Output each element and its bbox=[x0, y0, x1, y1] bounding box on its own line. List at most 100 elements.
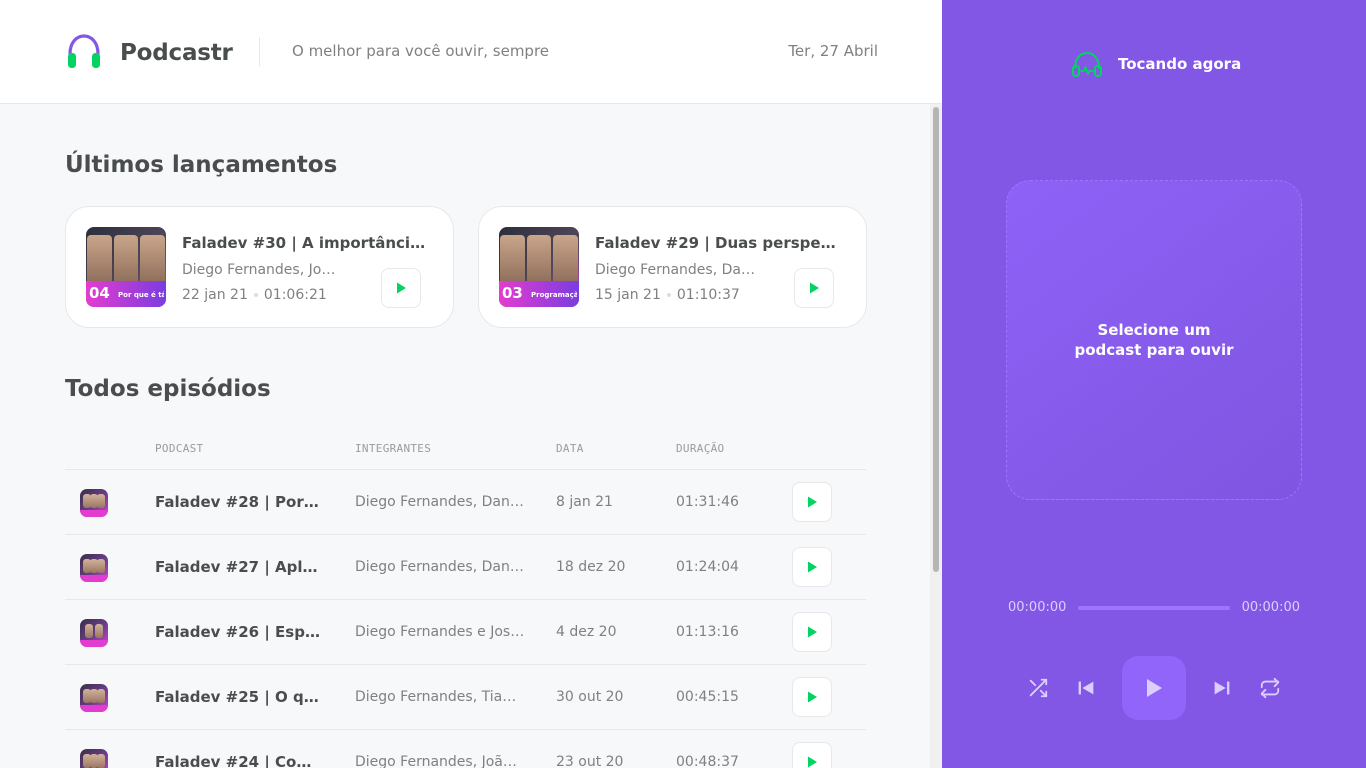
play-icon bbox=[808, 561, 817, 573]
episode-members: Diego Fernandes, João Pedro Schmitz, Bru… bbox=[182, 262, 342, 278]
player-panel: Tocando agora Selecione um podcast para … bbox=[942, 0, 1366, 768]
progress-bar: 00:00:00 00:00:00 bbox=[1008, 598, 1300, 618]
episode-thumbnail: 03 Programação fun devs orientado bbox=[499, 227, 579, 307]
thumbnail-caption: Programação fun devs orientado bbox=[531, 291, 577, 299]
thumbnail-caption: Por que é tão contribuir em Op bbox=[118, 291, 164, 299]
episode-date: 23 out 20 bbox=[556, 754, 624, 768]
table-row: Faladev #24 | Comunidade Diego Fernandes… bbox=[65, 730, 866, 768]
headphones-logo-icon bbox=[68, 34, 100, 68]
episode-thumbnail bbox=[80, 554, 108, 582]
episode-thumbnail bbox=[80, 749, 108, 768]
episode-duration: 01:24:04 bbox=[676, 559, 739, 575]
play-button[interactable] bbox=[792, 547, 832, 587]
play-pause-button[interactable] bbox=[1122, 656, 1186, 720]
episode-members: Diego Fernandes e José Silva bbox=[355, 624, 525, 640]
scrollbar[interactable] bbox=[930, 104, 942, 768]
column-header-members: INTEGRANTES bbox=[355, 442, 432, 455]
shuffle-icon bbox=[1029, 678, 1048, 698]
episode-members: Diego Fernandes, João Pedro bbox=[355, 754, 525, 768]
separator-dot bbox=[253, 293, 258, 297]
episode-members: Diego Fernandes, Dani Evangelista bbox=[355, 494, 525, 510]
empty-player-text: Selecione um podcast para ouvir bbox=[1074, 321, 1234, 359]
column-header-date: DATA bbox=[556, 442, 584, 455]
play-icon bbox=[808, 496, 817, 508]
column-header-podcast: PODCAST bbox=[155, 442, 204, 455]
episode-date: 8 jan 21 bbox=[556, 494, 613, 510]
play-icon bbox=[808, 756, 817, 768]
play-button[interactable] bbox=[381, 268, 421, 308]
play-button[interactable] bbox=[792, 742, 832, 768]
episode-date: 4 dez 20 bbox=[556, 624, 617, 640]
episode-duration: 01:06:21 bbox=[263, 287, 327, 303]
logo-text: Podcastr bbox=[120, 40, 233, 66]
latest-episode-card[interactable]: 04 Por que é tão contribuir em Op Falade… bbox=[65, 206, 454, 328]
episode-duration: 00:45:15 bbox=[676, 689, 739, 705]
episode-thumbnail bbox=[80, 619, 108, 647]
current-date: Ter, 27 Abril bbox=[788, 42, 878, 60]
play-icon bbox=[1147, 679, 1162, 697]
repeat-icon bbox=[1260, 677, 1280, 699]
now-playing-label: Tocando agora bbox=[1118, 55, 1242, 73]
table-row: Faladev #26 | Especialista ou generalist… bbox=[65, 600, 866, 665]
latest-episode-card[interactable]: 03 Programação fun devs orientado Falade… bbox=[478, 206, 867, 328]
progress-track[interactable] bbox=[1078, 606, 1230, 610]
episode-duration: 01:13:16 bbox=[676, 624, 739, 640]
episode-members: Diego Fernandes, Dani Evangelista bbox=[355, 559, 525, 575]
previous-button[interactable] bbox=[1074, 676, 1098, 700]
episode-title[interactable]: Faladev #27 | Aplicações modernas bbox=[155, 558, 320, 576]
scrollbar-thumb[interactable] bbox=[933, 107, 939, 572]
episode-thumbnail bbox=[80, 684, 108, 712]
table-row: Faladev #25 | O que fazer Diego Fernande… bbox=[65, 665, 866, 730]
episode-duration: 01:10:37 bbox=[676, 287, 740, 303]
episode-date: 15 jan 21 bbox=[595, 287, 661, 303]
play-icon bbox=[397, 282, 406, 294]
empty-player-placeholder: Selecione um podcast para ouvir bbox=[1006, 180, 1302, 500]
table-row: Faladev #28 | Por trás do código Diego F… bbox=[65, 470, 866, 535]
episode-title[interactable]: Faladev #25 | O que fazer bbox=[155, 688, 320, 706]
episode-title[interactable]: Faladev #24 | Comunidade bbox=[155, 753, 320, 768]
total-time: 00:00:00 bbox=[1241, 600, 1300, 615]
elapsed-time: 00:00:00 bbox=[1008, 600, 1067, 615]
tagline: O melhor para você ouvir, sempre bbox=[292, 42, 550, 60]
episode-title[interactable]: Faladev #30 | A importância da contribui… bbox=[182, 234, 428, 252]
skip-previous-icon bbox=[1078, 681, 1094, 695]
play-button[interactable] bbox=[792, 677, 832, 717]
play-icon bbox=[808, 691, 817, 703]
episode-date: 30 out 20 bbox=[556, 689, 624, 705]
episode-title[interactable]: Faladev #28 | Por trás do código bbox=[155, 493, 320, 511]
play-icon bbox=[808, 626, 817, 638]
column-header-duration: DURAÇÃO bbox=[676, 442, 725, 455]
episode-title[interactable]: Faladev #26 | Especialista ou generalist… bbox=[155, 623, 320, 641]
skip-next-icon bbox=[1214, 681, 1230, 695]
logo[interactable]: Podcastr bbox=[65, 33, 233, 71]
latest-episodes-title: Últimos lançamentos bbox=[65, 152, 338, 178]
play-icon bbox=[810, 282, 819, 294]
episode-thumbnail: 04 Por que é tão contribuir em Op bbox=[86, 227, 166, 307]
play-button[interactable] bbox=[792, 612, 832, 652]
now-playing-header: Tocando agora bbox=[1071, 50, 1241, 78]
episode-duration: 00:48:37 bbox=[676, 754, 739, 768]
player-controls bbox=[942, 656, 1366, 720]
table-row: Faladev #27 | Aplicações modernas Diego … bbox=[65, 535, 866, 600]
main-content: Últimos lançamentos 04 Por que é tão con… bbox=[0, 104, 942, 768]
header: Podcastr O melhor para você ouvir, sempr… bbox=[0, 0, 942, 104]
episode-meta: 15 jan 21 01:10:37 bbox=[595, 287, 740, 303]
play-button[interactable] bbox=[794, 268, 834, 308]
episode-members: Diego Fernandes, Danielle Fernandes e Ca… bbox=[595, 262, 755, 278]
next-button[interactable] bbox=[1210, 676, 1234, 700]
episode-thumbnail bbox=[80, 489, 108, 517]
episode-date: 22 jan 21 bbox=[182, 287, 248, 303]
separator-dot bbox=[666, 293, 671, 297]
all-episodes-title: Todos episódios bbox=[65, 376, 271, 402]
episode-meta: 22 jan 21 01:06:21 bbox=[182, 287, 327, 303]
episode-members: Diego Fernandes, Tiago Luchtenberg bbox=[355, 689, 525, 705]
repeat-button[interactable] bbox=[1258, 676, 1282, 700]
headphones-icon bbox=[1072, 51, 1102, 77]
thumbnail-number: 04 bbox=[89, 284, 110, 302]
shuffle-button[interactable] bbox=[1026, 676, 1050, 700]
thumbnail-number: 03 bbox=[502, 284, 523, 302]
header-divider bbox=[259, 37, 260, 66]
episode-title[interactable]: Faladev #29 | Duas perspectivas sobre a … bbox=[595, 234, 841, 252]
episode-duration: 01:31:46 bbox=[676, 494, 739, 510]
play-button[interactable] bbox=[792, 482, 832, 522]
